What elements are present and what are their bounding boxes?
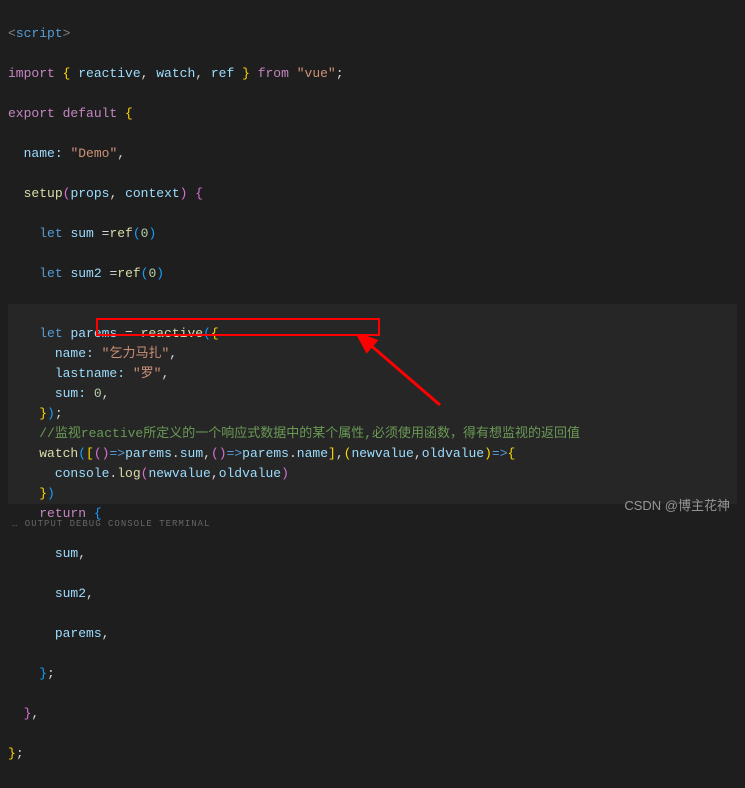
code-line: sum, (8, 544, 737, 564)
code-line: parems, (8, 624, 737, 644)
code-line: name: "乞力马扎", (8, 344, 737, 364)
code-line: let sum =ref(0) (8, 224, 737, 244)
code-line: }); (8, 404, 737, 424)
code-line (8, 304, 737, 324)
code-line: lastname: "罗", (8, 364, 737, 384)
code-line: import { reactive, watch, ref } from "vu… (8, 64, 737, 84)
panel-tabs[interactable]: … OUTPUT DEBUG CONSOLE TERMINAL (12, 514, 210, 534)
code-line: setup(props, context) { (8, 184, 737, 204)
code-line: }; (8, 744, 737, 764)
code-line: let sum2 =ref(0) (8, 264, 737, 284)
code-line: <script> (8, 24, 737, 44)
code-line: console.log(newvalue,oldvalue) (8, 464, 737, 484)
code-line: //监视reactive所定义的一个响应式数据中的某个属性,必须使用函数，得有想… (8, 424, 737, 444)
code-line: let parems = reactive({ (8, 324, 737, 344)
code-line: watch([()=>parems.sum,()=>parems.name],(… (8, 444, 737, 464)
code-line: export default { (8, 104, 737, 124)
code-line: }; (8, 664, 737, 684)
code-line: sum: 0, (8, 384, 737, 404)
watermark-text: CSDN @博主花神 (624, 496, 730, 516)
code-line: sum2, (8, 584, 737, 604)
code-line: name: "Demo", (8, 144, 737, 164)
code-editor[interactable]: <script> import { reactive, watch, ref }… (0, 0, 745, 788)
code-line: }, (8, 704, 737, 724)
